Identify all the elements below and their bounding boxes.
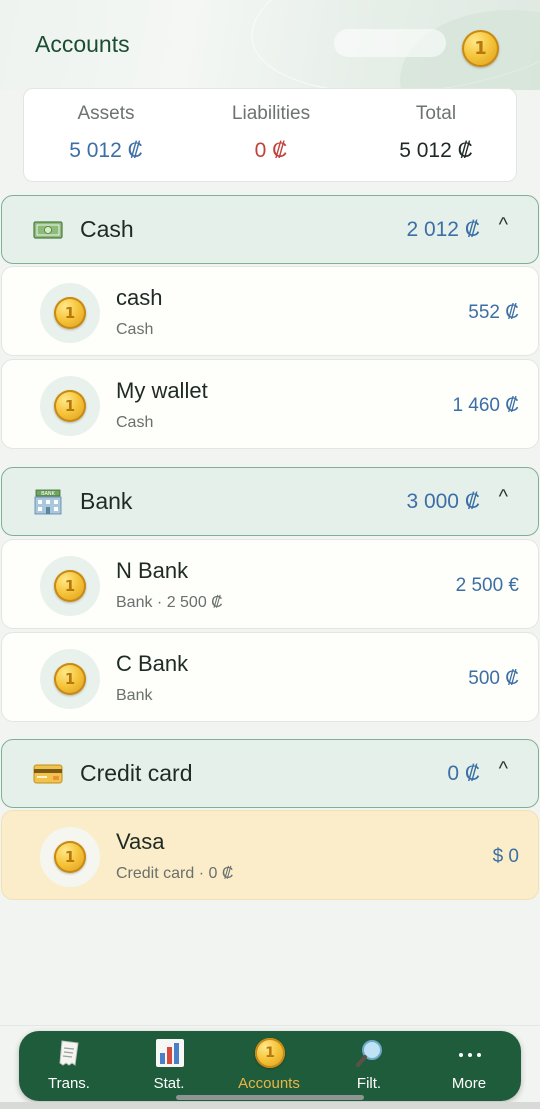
account-subtitle: Cash xyxy=(116,414,154,431)
nav-item-statistics[interactable]: Stat. xyxy=(119,1031,219,1101)
coin-icon: 1 xyxy=(54,297,86,329)
group-total: 3 000 ₡ xyxy=(406,490,480,513)
total-summary: Total 5 012 ₡ xyxy=(354,103,518,163)
credit-card-icon xyxy=(33,764,63,784)
account-row-n-bank[interactable]: 1 N Bank Bank · 2 500 ₡ 2 500 € xyxy=(1,539,539,629)
home-indicator[interactable] xyxy=(176,1095,364,1100)
account-name: N Bank xyxy=(116,558,189,583)
account-avatar: 1 xyxy=(40,556,100,616)
account-balance: $ 0 xyxy=(492,846,519,867)
account-subtitle: Cash xyxy=(116,321,154,338)
account-name: cash xyxy=(116,285,163,310)
nav-item-accounts[interactable]: 1 Accounts xyxy=(219,1031,319,1101)
header-pill xyxy=(334,29,446,57)
account-balance: 500 ₡ xyxy=(468,668,519,689)
account-row-cash[interactable]: 1 cash Cash 552 ₡ xyxy=(1,266,539,356)
assets-label: Assets xyxy=(77,103,135,124)
assets-summary: Assets 5 012 ₡ xyxy=(24,103,188,163)
nav-label: More xyxy=(451,1075,487,1092)
account-avatar: 1 xyxy=(40,283,100,343)
nav-item-transactions[interactable]: Trans. xyxy=(19,1031,119,1101)
account-avatar: 1 xyxy=(40,649,100,709)
coin-icon: 1 xyxy=(254,1037,286,1069)
bar-chart-icon xyxy=(154,1037,186,1069)
account-subtitle: Credit card · 0 ₡ xyxy=(116,865,234,882)
account-row-my-wallet[interactable]: 1 My wallet Cash 1 460 ₡ xyxy=(1,359,539,449)
coin-icon: 1 xyxy=(54,841,86,873)
coin-icon: 1 xyxy=(54,390,86,422)
nav-label: Accounts xyxy=(238,1075,300,1092)
nav-label: Trans. xyxy=(48,1075,90,1092)
account-avatar: 1 xyxy=(40,376,100,436)
coin-icon[interactable]: 1 xyxy=(462,30,499,67)
chevron-up-icon[interactable]: ^ xyxy=(499,486,508,509)
group-name: Credit card xyxy=(80,760,193,786)
account-avatar: 1 xyxy=(40,827,100,887)
liabilities-value: 0 ₡ xyxy=(254,139,288,162)
assets-value: 5 012 ₡ xyxy=(69,139,143,162)
bank-building-icon: BANK xyxy=(34,489,62,515)
group-header-cash[interactable]: Cash 2 012 ₡ ^ xyxy=(1,195,539,264)
magnifier-icon xyxy=(354,1037,386,1069)
chevron-up-icon[interactable]: ^ xyxy=(499,758,508,781)
account-balance: 1 460 ₡ xyxy=(452,395,519,416)
account-balance: 2 500 € xyxy=(455,575,519,596)
summary-card: Assets 5 012 ₡ Liabilities 0 ₡ Total 5 0… xyxy=(23,88,517,182)
account-name: Vasa xyxy=(116,829,165,854)
bottom-nav: Trans. Stat. 1 Accounts Filt. More xyxy=(19,1031,521,1101)
account-row-c-bank[interactable]: 1 C Bank Bank 500 ₡ xyxy=(1,632,539,722)
account-name: C Bank xyxy=(116,651,189,676)
nav-item-more[interactable]: More xyxy=(419,1031,519,1101)
liabilities-summary: Liabilities 0 ₡ xyxy=(189,103,353,163)
chevron-up-icon[interactable]: ^ xyxy=(499,214,508,237)
account-row-vasa[interactable]: 1 Vasa Credit card · 0 ₡ $ 0 xyxy=(1,810,539,900)
group-name: Cash xyxy=(80,216,134,242)
total-label: Total xyxy=(415,103,457,124)
group-total: 2 012 ₡ xyxy=(406,218,480,241)
account-subtitle: Bank · 2 500 ₡ xyxy=(116,594,223,611)
coin-icon: 1 xyxy=(54,663,86,695)
group-name: Bank xyxy=(80,488,133,514)
group-total: 0 ₡ xyxy=(447,762,480,785)
account-name: My wallet xyxy=(116,378,208,403)
liabilities-label: Liabilities xyxy=(231,103,311,124)
svg-text:BANK: BANK xyxy=(41,491,56,497)
more-dots-icon xyxy=(454,1037,486,1069)
account-subtitle: Bank xyxy=(116,687,153,704)
cash-money-icon xyxy=(33,221,63,239)
total-value: 5 012 ₡ xyxy=(399,139,473,162)
nav-label: Stat. xyxy=(153,1075,185,1092)
group-header-bank[interactable]: BANK Bank 3 000 ₡ ^ xyxy=(1,467,539,536)
nav-label: Filt. xyxy=(356,1075,382,1092)
coin-icon: 1 xyxy=(54,570,86,602)
divider xyxy=(0,1025,540,1026)
nav-item-filter[interactable]: Filt. xyxy=(319,1031,419,1101)
page-title: Accounts xyxy=(35,31,130,57)
group-header-credit-card[interactable]: Credit card 0 ₡ ^ xyxy=(1,739,539,808)
account-balance: 552 ₡ xyxy=(468,302,519,323)
receipt-icon xyxy=(54,1037,86,1069)
system-bar xyxy=(0,1102,540,1109)
app-header: Accounts 1 xyxy=(0,0,540,90)
